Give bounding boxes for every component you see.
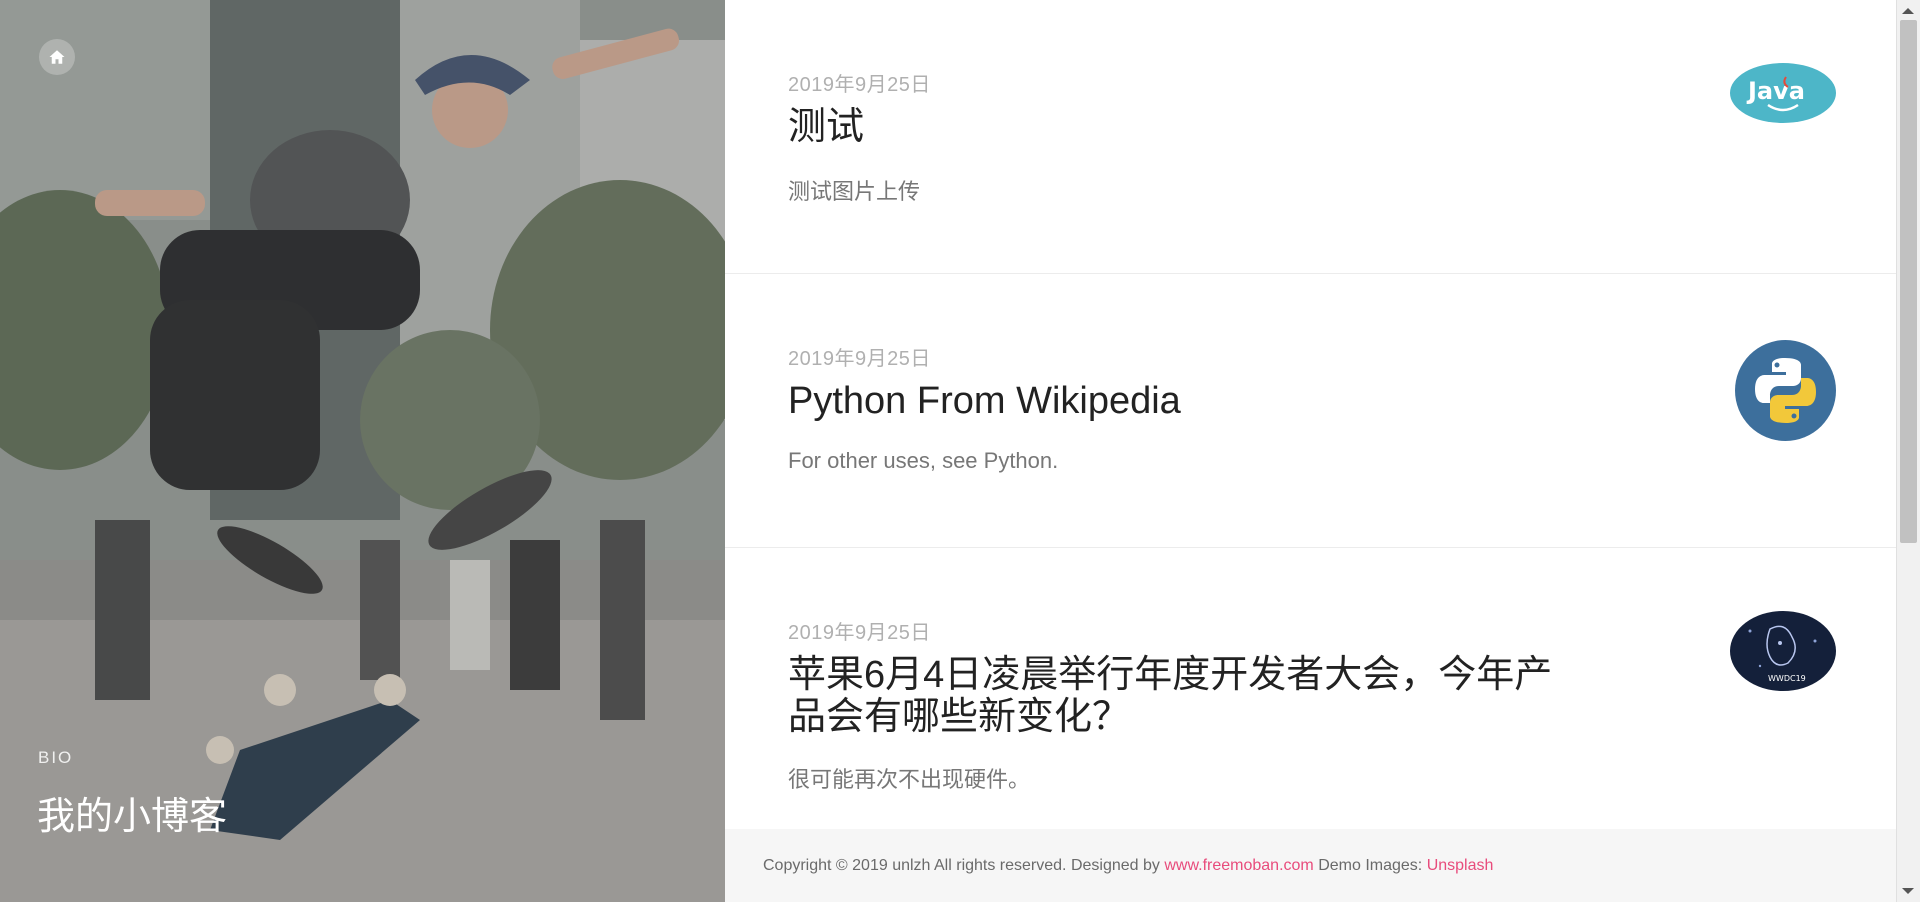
svg-text:Java: Java <box>1746 77 1805 105</box>
post-title[interactable]: 苹果6月4日凌晨举行年度开发者大会，今年产品会有哪些新变化？ <box>788 654 1588 738</box>
post-thumbnail[interactable] <box>1735 340 1836 441</box>
scroll-up-arrow-icon[interactable] <box>1902 8 1914 14</box>
home-button[interactable] <box>39 39 75 75</box>
post-thumbnail[interactable]: WWDC19 <box>1730 611 1836 691</box>
footer-link-unsplash[interactable]: Unsplash <box>1427 857 1494 874</box>
post-list: 2019年9月25日 测试 测试图片上传 Java 2019年9月25日 Pyt… <box>725 0 1897 902</box>
post-date: 2019年9月25日 <box>788 74 931 96</box>
post-item[interactable]: 2019年9月25日 Python From Wikipedia For oth… <box>725 274 1897 548</box>
footer-link-freemoban[interactable]: www.freemoban.com <box>1164 857 1313 874</box>
scrollbar-thumb[interactable] <box>1900 20 1917 543</box>
java-logo-icon: Java <box>1746 76 1805 112</box>
post-thumbnail[interactable]: Java <box>1730 63 1836 123</box>
post-item[interactable]: 2019年9月25日 苹果6月4日凌晨举行年度开发者大会，今年产品会有哪些新变化… <box>725 548 1897 830</box>
post-item[interactable]: 2019年9月25日 测试 测试图片上传 Java <box>725 0 1897 274</box>
post-excerpt: 测试图片上传 <box>788 179 921 204</box>
python-logo-icon <box>1755 358 1816 423</box>
footer: Copyright © 2019 unlzh All rights reserv… <box>725 829 1897 902</box>
wwdc-logo-icon: WWDC19 <box>1748 625 1817 683</box>
home-icon <box>49 50 65 64</box>
hero-panel: BIO 我的小博客 <box>0 0 725 902</box>
post-excerpt: 很可能再次不出现硬件。 <box>788 767 1031 792</box>
scroll-down-arrow-icon[interactable] <box>1902 888 1914 894</box>
post-title[interactable]: Python From Wikipedia <box>788 380 1588 422</box>
footer-copyright: Copyright © 2019 unlzh All rights reserv… <box>763 857 1493 875</box>
post-date: 2019年9月25日 <box>788 622 931 644</box>
post-title[interactable]: 测试 <box>788 106 1588 148</box>
vertical-scrollbar[interactable] <box>1896 0 1920 902</box>
svg-text:WWDC19: WWDC19 <box>1768 674 1806 683</box>
post-date: 2019年9月25日 <box>788 348 931 370</box>
post-excerpt: For other uses, see Python. <box>788 448 1059 473</box>
blog-title[interactable]: 我的小博客 <box>37 785 227 840</box>
footer-demo-images-label: Demo Images: <box>1318 857 1423 874</box>
bio-label: BIO <box>38 748 74 767</box>
hero-overlay <box>0 0 725 902</box>
footer-copyright-text: Copyright © 2019 unlzh All rights reserv… <box>763 857 1160 874</box>
